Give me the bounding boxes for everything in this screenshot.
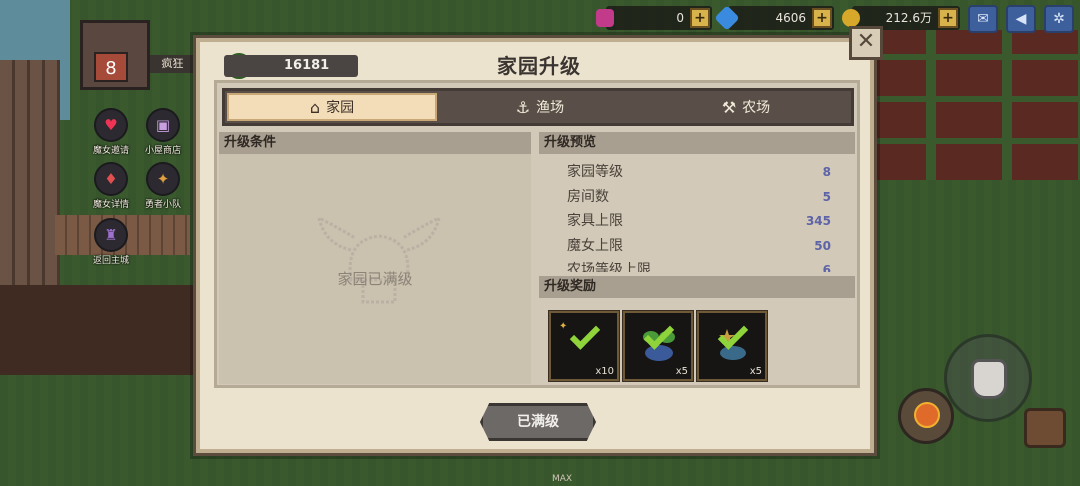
side-button-shop[interactable]: ▣ 小屋商店	[140, 108, 186, 156]
check-icon	[569, 319, 601, 350]
dialog-title: 家园升级	[497, 54, 581, 78]
gold-coin-icon	[842, 9, 860, 27]
helmet-icon	[316, 215, 442, 304]
hand-icon	[971, 359, 1007, 399]
diamond-count: 4606	[775, 11, 806, 25]
gear-icon: ✲	[1053, 11, 1065, 27]
dirt-path	[0, 285, 200, 375]
close-icon: ✕	[856, 29, 876, 54]
home-upgrade-dialog: 16181 家园升级 ⌂ 家园 ⚓ 渔场 ⚒ 农场 升级条件 家园已满级 升级预…	[193, 35, 877, 456]
reward-slot[interactable]: ✦ x10	[548, 310, 620, 382]
farm-plots	[860, 30, 1080, 180]
upgrade-tabs: ⌂ 家园 ⚓ 渔场 ⚒ 农场	[222, 88, 854, 126]
gem-icon	[596, 9, 614, 27]
max-label: MAX	[552, 474, 573, 484]
settings-button[interactable]: ✲	[1044, 5, 1074, 33]
preview-list[interactable]: 家园等级 8 房间数 5 家具上限 345 魔女上限 50 农场等级上限 6	[539, 154, 855, 272]
hud-resource-gem: 0 +	[596, 6, 712, 30]
tab-farm[interactable]: ⚒ 农场	[643, 93, 849, 121]
gem-count: 0	[676, 11, 684, 25]
sparkle-icon: ✦	[559, 321, 568, 332]
rewards-header: 升级奖励	[539, 276, 855, 298]
interact-hand-button[interactable]	[944, 334, 1032, 422]
reward-slot[interactable]: x5	[696, 310, 768, 382]
close-button[interactable]: ✕	[849, 26, 883, 60]
side-button-return-city[interactable]: ♜ 返回主城	[88, 218, 134, 266]
witch-icon: ♦	[94, 162, 128, 196]
preview-row: 魔女上限 50	[567, 237, 831, 254]
reward-list: ✦ x10 x5 x5	[539, 298, 855, 382]
tab-fishery[interactable]: ⚓ 渔场	[437, 93, 643, 121]
gold-count: 212.6万	[885, 11, 932, 25]
side-button-hero-team[interactable]: ✦ 勇者小队	[140, 162, 186, 210]
speaker-icon: ◀	[1015, 11, 1027, 27]
hero-icon: ✦	[146, 162, 180, 196]
conditions-header: 升级条件	[219, 132, 531, 154]
home-button[interactable]	[898, 388, 954, 444]
castle-icon: ♜	[94, 218, 128, 252]
tree-stump	[1024, 408, 1066, 448]
house-icon: ⌂	[309, 97, 321, 117]
preview-row: 家具上限 345	[567, 213, 831, 229]
side-button-witch-detail[interactable]: ♦ 魔女详情	[88, 162, 134, 210]
preview-header: 升级预览	[539, 132, 855, 154]
home-icon	[914, 402, 940, 428]
tab-home[interactable]: ⌂ 家园	[227, 93, 437, 121]
hud-resource-diamond: 4606 +	[714, 5, 834, 31]
fishing-hook-icon: ⚓	[515, 97, 531, 117]
shovel-icon: ⚒	[721, 97, 737, 117]
maxed-text: 家园已满级	[337, 270, 413, 288]
wooden-wall	[0, 60, 60, 290]
add-diamond-button[interactable]: +	[812, 8, 832, 28]
upgrade-preview-panel: 升级预览 家园等级 8 房间数 5 家具上限 345 魔女上限 50 农场等级上限 6 升…	[539, 132, 855, 384]
reward-slot[interactable]: x5	[622, 310, 694, 382]
preview-row: 家园等级 8	[567, 164, 831, 180]
sound-button[interactable]: ◀	[1006, 5, 1036, 33]
mail-button[interactable]: ✉	[968, 5, 998, 33]
shop-icon: ▣	[146, 108, 180, 142]
upgrade-conditions-panel: 升级条件 家园已满级	[219, 132, 531, 384]
max-level-button[interactable]: 已满级	[480, 403, 596, 441]
add-gold-button[interactable]: +	[938, 8, 958, 28]
house-tag: 疯狂	[150, 55, 195, 73]
side-button-witch-invite[interactable]: ♥ 魔女邀请	[88, 108, 134, 156]
add-gem-button[interactable]: +	[690, 8, 710, 28]
heart-icon: ♥	[94, 108, 128, 142]
mail-icon: ✉	[977, 11, 989, 27]
house-level-sign: 8	[94, 52, 128, 82]
preview-row: 房间数 5	[567, 188, 831, 205]
preview-row: 农场等级上限 6	[567, 262, 831, 272]
